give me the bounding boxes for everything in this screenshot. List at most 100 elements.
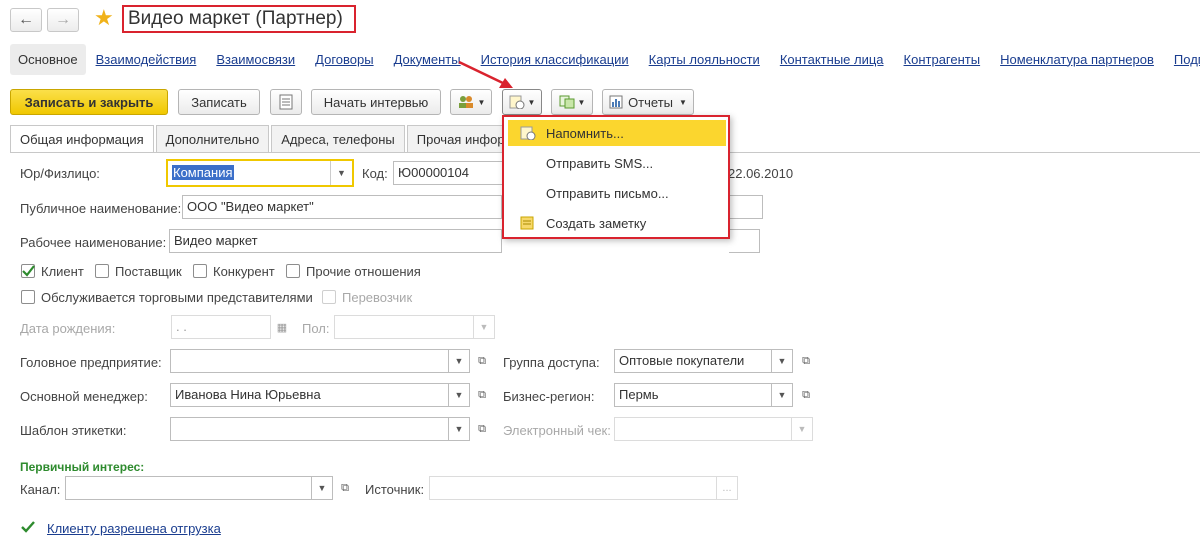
create-on-basis-button[interactable]: ▼	[551, 89, 593, 115]
chevron-down-icon[interactable]: ▼	[330, 161, 352, 185]
menu-item-send-sms[interactable]: Отправить SMS...	[508, 150, 726, 176]
chevron-down-icon[interactable]: ▼	[791, 417, 813, 441]
link-contact-persons[interactable]: Контактные лица	[780, 52, 884, 67]
link-loyalty-cards[interactable]: Карты лояльности	[649, 52, 760, 67]
code-field[interactable]: Ю00000104	[393, 161, 505, 185]
menu-item-send-sms-label: Отправить SMS...	[546, 155, 654, 171]
reports-label: Отчеты	[628, 94, 673, 110]
carrier-checkbox[interactable]	[322, 290, 336, 304]
menu-item-send-email-label: Отправить письмо...	[546, 185, 669, 201]
client-checkbox[interactable]	[21, 264, 35, 278]
open-icon[interactable]: ⧉	[796, 383, 816, 407]
favorite-star-icon[interactable]: ★	[94, 5, 114, 31]
legal-type-select[interactable]: Компания	[166, 159, 354, 187]
back-button[interactable]: ←	[10, 8, 42, 32]
note-icon	[520, 216, 534, 230]
sales-reps-checkbox[interactable]	[21, 290, 35, 304]
chevron-down-icon[interactable]: ▼	[473, 315, 495, 339]
link-interactions[interactable]: Взаимодействия	[96, 52, 197, 67]
business-region-label: Бизнес-регион:	[503, 389, 595, 404]
electronic-receipt-select[interactable]	[614, 417, 792, 441]
start-interview-button[interactable]: Начать интервью	[311, 89, 441, 115]
competitor-label: Конкурент	[213, 264, 275, 279]
open-icon[interactable]: ⧉	[335, 476, 355, 500]
channel-field[interactable]	[65, 476, 312, 500]
chevron-down-icon[interactable]: ▼	[448, 417, 470, 441]
print-button[interactable]	[270, 89, 302, 115]
tab-additional[interactable]: Дополнительно	[155, 125, 270, 152]
chevron-down-icon[interactable]: ▼	[448, 349, 470, 373]
sales-reps-label: Обслуживается торговыми представителями	[41, 290, 313, 305]
work-name-label: Рабочее наименование:	[20, 235, 167, 250]
menu-item-send-email[interactable]: Отправить письмо...	[508, 180, 726, 206]
tab-general-info[interactable]: Общая информация	[10, 125, 154, 152]
document-icon	[279, 94, 293, 110]
supplier-checkbox[interactable]	[95, 264, 109, 278]
window-title: Видео маркет (Партнер)	[122, 5, 356, 33]
competitor-checkbox[interactable]	[193, 264, 207, 278]
channel-label: Канал:	[20, 482, 61, 497]
birth-date-field[interactable]: . .	[171, 315, 271, 339]
link-counterparties[interactable]: Контрагенты	[904, 52, 981, 67]
open-icon[interactable]: ⧉	[472, 383, 492, 407]
gender-select[interactable]	[334, 315, 474, 339]
menu-item-create-note[interactable]: Создать заметку	[508, 210, 726, 236]
code-label: Код:	[362, 166, 388, 181]
users-menu-button[interactable]: ▼	[450, 89, 492, 115]
head-enterprise-field[interactable]	[170, 349, 449, 373]
tab-addresses-phones[interactable]: Адреса, телефоны	[271, 125, 405, 152]
reminder-icon	[509, 95, 525, 109]
open-icon[interactable]: ⧉	[796, 349, 816, 373]
label-template-label: Шаблон этикетки:	[20, 423, 127, 438]
client-label: Клиент	[41, 264, 84, 279]
annotation-arrow-icon	[458, 60, 513, 88]
chevron-down-icon[interactable]: ▼	[771, 383, 793, 407]
save-button[interactable]: Записать	[178, 89, 260, 115]
arrow-left-icon: ←	[18, 11, 34, 28]
chevron-down-icon: ▼	[477, 97, 486, 107]
menu-item-create-note-label: Создать заметку	[546, 215, 647, 231]
source-label: Источник:	[365, 482, 425, 497]
work-name-field[interactable]: Видео маркет	[169, 229, 502, 253]
remind-menu-button[interactable]: ▼	[502, 89, 542, 115]
main-manager-label: Основной менеджер:	[20, 389, 148, 404]
open-icon[interactable]: ⧉	[472, 417, 492, 441]
link-contracts[interactable]: Договоры	[315, 52, 373, 67]
forward-button[interactable]: →	[47, 8, 79, 32]
main-manager-field[interactable]: Иванова Нина Юрьевна	[170, 383, 449, 407]
reports-icon	[609, 95, 623, 109]
menu-item-remind[interactable]: Напомнить...	[508, 120, 726, 146]
menu-item-remind-label: Напомнить...	[546, 125, 624, 141]
gender-label: Пол:	[302, 321, 330, 336]
save-and-close-button[interactable]: Записать и закрыть	[10, 89, 168, 115]
link-documents[interactable]: Документы	[394, 52, 461, 67]
shipment-allowed-link[interactable]: Клиенту разрешена отгрузка	[47, 521, 221, 536]
chevron-down-icon[interactable]: ▼	[448, 383, 470, 407]
chevron-down-icon[interactable]: ▼	[771, 349, 793, 373]
chevron-down-icon: ▼	[527, 97, 536, 107]
legal-type-value: Компания	[172, 165, 234, 180]
electronic-receipt-label: Электронный чек:	[503, 423, 611, 438]
public-name-label: Публичное наименование:	[20, 201, 182, 216]
form-tabs: Общая информация Дополнительно Адреса, т…	[10, 125, 526, 152]
business-region-field[interactable]: Пермь	[614, 383, 772, 407]
reports-menu-button[interactable]: Отчеты ▼	[602, 89, 694, 115]
link-relations[interactable]: Взаимосвязи	[216, 52, 295, 67]
public-name-field-end[interactable]	[729, 195, 763, 219]
other-relations-checkbox[interactable]	[286, 264, 300, 278]
label-template-field[interactable]	[170, 417, 449, 441]
open-icon[interactable]: ⧉	[472, 349, 492, 373]
remind-dropdown-menu: Напомнить... Отправить SMS... Отправить …	[502, 115, 730, 239]
link-partner-nomenclature[interactable]: Номенклатура партнеров	[1000, 52, 1154, 67]
tab-main[interactable]: Основное	[10, 43, 86, 75]
source-field[interactable]	[429, 476, 717, 500]
public-name-field[interactable]: ООО "Видео маркет"	[182, 195, 502, 219]
more-icon[interactable]: ...	[716, 476, 738, 500]
access-group-field[interactable]: Оптовые покупатели	[614, 349, 772, 373]
calendar-icon[interactable]: ▦	[272, 315, 292, 339]
link-subscriptions[interactable]: Подпис	[1174, 52, 1200, 67]
chevron-down-icon[interactable]: ▼	[311, 476, 333, 500]
primary-interest-header: Первичный интерес:	[20, 460, 145, 474]
nav-link-bar: Основное Взаимодействия Взаимосвязи Дого…	[10, 42, 1200, 76]
work-name-field-end[interactable]	[729, 229, 760, 253]
